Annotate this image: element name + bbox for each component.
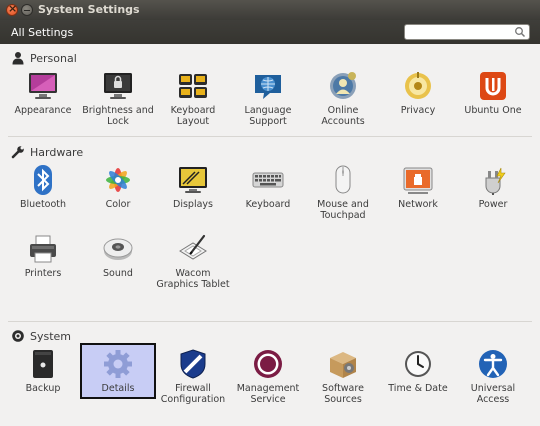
setting-mouse-and-touchpad[interactable]: Mouse and Touchpad (305, 164, 381, 221)
setting-label: Displays (173, 199, 213, 210)
mouse-icon (335, 165, 351, 194)
search-field[interactable] (404, 24, 530, 40)
management-service-icon (254, 350, 282, 378)
setting-label: Firewall Configuration (160, 383, 226, 405)
setting-label: Power (478, 199, 508, 210)
setting-label: Time & Date (388, 383, 448, 394)
details-gear-icon (104, 350, 132, 378)
printer-icon (30, 235, 56, 263)
backup-icon (33, 350, 53, 378)
setting-label: Privacy (400, 105, 436, 116)
online-accounts-icon (330, 72, 356, 99)
setting-label: Color (105, 199, 131, 210)
setting-label: Sound (103, 268, 133, 279)
setting-label: Keyboard Layout (170, 105, 216, 127)
setting-label: Ubuntu One (464, 105, 522, 116)
setting-label: Bluetooth (19, 199, 67, 210)
network-icon (403, 167, 433, 194)
language-support-icon (255, 75, 281, 99)
setting-backup[interactable]: Backup (5, 348, 81, 394)
section-title: System (30, 330, 72, 343)
setting-online-accounts[interactable]: Online Accounts (305, 70, 381, 127)
software-sources-icon (330, 352, 356, 378)
title-bar[interactable]: System Settings (0, 0, 540, 20)
setting-label: Online Accounts (321, 105, 365, 127)
ubuntu-one-icon (480, 72, 506, 100)
setting-brightness-and-lock[interactable]: Brightness and Lock (80, 70, 156, 127)
setting-label: Mouse and Touchpad (317, 199, 369, 221)
setting-ubuntu-one[interactable]: Ubuntu One (455, 70, 531, 116)
close-window-button[interactable] (6, 2, 18, 16)
window-title: System Settings (38, 3, 140, 16)
section-divider (8, 136, 532, 137)
section-divider (8, 321, 532, 322)
setting-bluetooth[interactable]: Bluetooth (5, 164, 81, 210)
setting-firewall-configuration[interactable]: Firewall Configuration (155, 348, 231, 405)
privacy-icon (405, 72, 431, 99)
setting-label: Details (101, 383, 135, 394)
setting-label: Universal Access (470, 383, 516, 405)
sound-icon (103, 238, 133, 260)
setting-label: Backup (25, 383, 61, 394)
clock-icon (405, 351, 431, 377)
setting-label: Keyboard (245, 199, 291, 210)
color-icon (106, 168, 130, 192)
keyboard-icon (252, 172, 284, 188)
setting-time-and-date[interactable]: Time & Date (380, 348, 456, 394)
search-input[interactable] (407, 26, 507, 38)
setting-color[interactable]: Color (80, 164, 156, 210)
setting-wacom-graphics-tablet[interactable]: Wacom Graphics Tablet (155, 233, 231, 290)
setting-sound[interactable]: Sound (80, 233, 156, 279)
section-title: Hardware (30, 146, 84, 159)
bluetooth-icon (34, 165, 52, 195)
setting-label: Appearance (14, 105, 72, 116)
universal-access-icon (479, 350, 507, 378)
setting-appearance[interactable]: Appearance (5, 70, 81, 116)
setting-label: Printers (24, 268, 62, 279)
setting-power[interactable]: Power (455, 164, 531, 210)
setting-management-service[interactable]: Management Service (230, 348, 306, 405)
keyboard-layout-icon (179, 74, 207, 98)
setting-label: Wacom Graphics Tablet (156, 268, 230, 290)
setting-software-sources[interactable]: Software Sources (305, 348, 381, 405)
setting-label: Language Support (244, 105, 292, 127)
setting-label: Software Sources (322, 383, 364, 405)
setting-label: Management Service (236, 383, 300, 405)
setting-keyboard[interactable]: Keyboard (230, 164, 306, 210)
minimize-window-button[interactable] (21, 4, 33, 16)
setting-details[interactable]: Details (80, 348, 156, 394)
setting-printers[interactable]: Printers (5, 233, 81, 279)
setting-label: Network (398, 199, 438, 210)
appearance-icon (29, 73, 57, 99)
setting-network[interactable]: Network (380, 164, 456, 210)
search-icon[interactable] (514, 26, 526, 38)
setting-keyboard-layout[interactable]: Keyboard Layout (155, 70, 231, 127)
wrench-icon (11, 146, 24, 159)
power-icon (485, 167, 506, 195)
firewall-shield-icon (180, 349, 206, 379)
all-settings-button[interactable]: All Settings (11, 26, 73, 39)
setting-language-support[interactable]: Language Support (230, 70, 306, 127)
setting-privacy[interactable]: Privacy (380, 70, 456, 116)
brightness-lock-icon (104, 73, 132, 99)
setting-label: Brightness and Lock (82, 105, 154, 127)
system-settings-window: System Settings All Settings Personal Ap… (0, 0, 540, 426)
gear-icon (12, 330, 24, 342)
person-icon (12, 52, 24, 65)
displays-icon (179, 167, 207, 193)
setting-universal-access[interactable]: Universal Access (455, 348, 531, 405)
tablet-icon (179, 234, 207, 260)
setting-displays[interactable]: Displays (155, 164, 231, 210)
section-title: Personal (30, 52, 77, 65)
